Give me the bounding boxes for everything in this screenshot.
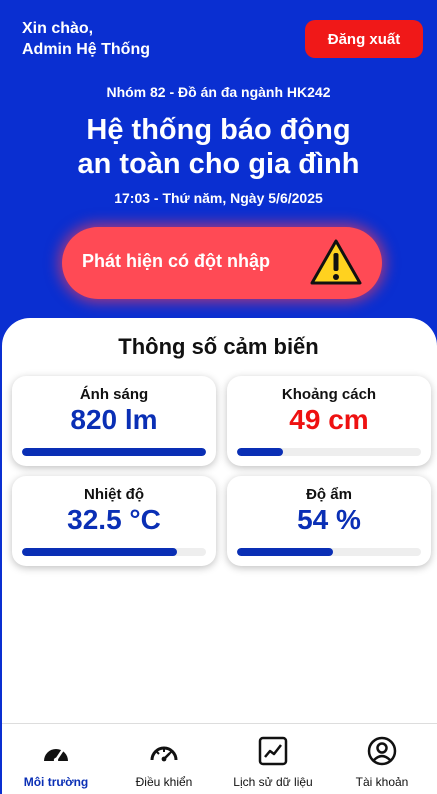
sensor-value: 32.5 °C xyxy=(67,504,161,535)
sensor-panel-title: Thông số cảm biến xyxy=(118,334,319,359)
sensor-card-light: Ánh sáng 820 lm xyxy=(12,376,216,466)
sensor-label: Nhiệt độ xyxy=(84,486,144,503)
bottom-nav: Môi trường Điều khiển Lịch sử dữ liệu Tà… xyxy=(2,723,437,794)
chart-line-icon xyxy=(258,736,288,766)
title-line2: an toàn cho gia đình xyxy=(77,148,360,180)
sensor-level-fill xyxy=(22,548,177,556)
sensor-level-bar xyxy=(237,548,421,556)
intrusion-alert[interactable]: Phát hiện có đột nhập xyxy=(62,227,382,299)
user-circle-icon xyxy=(367,736,397,766)
sensor-card-humidity: Độ ẩm 54 % xyxy=(227,476,431,566)
sensor-label: Ánh sáng xyxy=(79,386,149,403)
nav-item-account[interactable]: Tài khoản xyxy=(328,724,436,794)
sensor-value: 820 lm xyxy=(70,404,158,435)
nav-label: Lịch sử dữ liệu xyxy=(233,775,313,789)
greeting: Xin chào, Admin Hệ Thống xyxy=(22,18,150,60)
sensor-level-bar xyxy=(22,548,206,556)
sensor-card-temperature: Nhiệt độ 32.5 °C xyxy=(12,476,216,566)
sensor-value: 54 % xyxy=(297,504,361,535)
sensor-level-fill xyxy=(22,448,206,456)
nav-item-environment[interactable]: Môi trường xyxy=(2,724,110,794)
sensor-label: Độ ẩm xyxy=(306,486,352,503)
warning-icon xyxy=(310,239,362,285)
greeting-line1: Xin chào, xyxy=(22,20,94,37)
nav-item-history[interactable]: Lịch sử dữ liệu xyxy=(219,724,327,794)
sensor-level-fill xyxy=(237,548,333,556)
title-line1: Hệ thống báo động xyxy=(86,114,351,146)
sensor-level-bar xyxy=(22,448,206,456)
datetime: 17:03 - Thứ năm, Ngày 5/6/2025 xyxy=(114,190,323,206)
page-title: Hệ thống báo động an toàn cho gia đình xyxy=(0,113,437,181)
sensor-value: 49 cm xyxy=(289,404,369,435)
nav-label: Tài khoản xyxy=(355,775,409,789)
alert-text: Phát hiện có đột nhập xyxy=(82,251,270,271)
nav-label: Môi trường xyxy=(23,775,89,789)
nav-item-control[interactable]: Điều khiển xyxy=(110,724,218,794)
logout-button[interactable]: Đăng xuất xyxy=(305,20,423,58)
group-label: Nhóm 82 - Đồ án đa ngành HK242 xyxy=(106,84,331,100)
nav-label: Điều khiển xyxy=(135,775,193,789)
sensor-level-bar xyxy=(237,448,421,456)
speedometer-icon xyxy=(150,746,178,762)
greeting-username: Admin Hệ Thống xyxy=(22,41,150,58)
gauge-icon xyxy=(44,749,68,763)
sensor-label: Khoảng cách xyxy=(281,386,377,403)
sensor-card-distance: Khoảng cách 49 cm xyxy=(227,376,431,466)
sensor-level-fill xyxy=(237,448,283,456)
